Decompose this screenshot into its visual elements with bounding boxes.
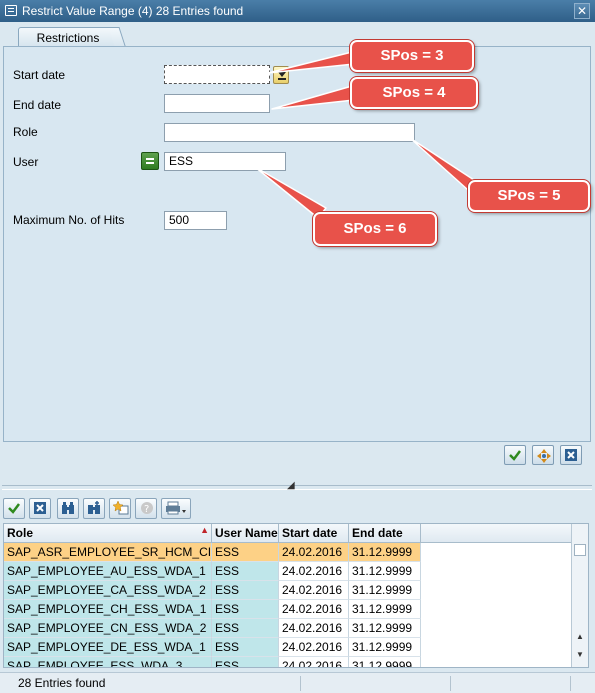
table-cell[interactable]: ESS [212,581,279,600]
table-cell[interactable]: 31.12.9999 [349,619,421,638]
toolbar-personal-list-button[interactable] [109,498,131,519]
scroll-thumb[interactable] [574,544,586,556]
table-cell[interactable]: 24.02.2016 [279,600,349,619]
arrows-icon [537,449,551,463]
callout-spos3: SPos = 3 [350,40,474,72]
table-cell[interactable]: SAP_EMPLOYEE_ESS_WDA_3 [4,657,212,667]
status-bar: 28 Entries found [0,672,595,693]
svg-text:?: ? [144,504,149,515]
table-cell[interactable]: ESS [212,543,279,562]
table-cell[interactable]: 31.12.9999 [349,657,421,667]
arrow-spos4 [271,85,355,110]
cancel-icon [34,502,46,514]
table-cell[interactable]: SAP_EMPLOYEE_CH_ESS_WDA_1 [4,600,212,619]
table-cell[interactable]: 24.02.2016 [279,657,349,667]
callout-spos6: SPos = 6 [313,212,437,246]
result-table: Role ▲ User Name Start date End date SAP… [3,523,589,668]
callout-spos4: SPos = 4 [350,77,478,109]
printer-icon [166,501,186,515]
column-header-label: Role [7,526,34,540]
table-cell[interactable]: ESS [212,562,279,581]
checkmark-icon [8,503,20,514]
status-separator [450,676,451,691]
vertical-scrollbar[interactable]: ▲ ▼ [571,524,588,667]
table-cell[interactable]: 31.12.9999 [349,581,421,600]
star-list-icon [113,501,129,515]
table-cell[interactable]: ESS [212,657,279,667]
scroll-down-icon[interactable]: ▼ [574,650,586,662]
help-icon: ? [141,502,153,515]
table-cell[interactable]: 24.02.2016 [279,562,349,581]
table-cell[interactable]: 31.12.9999 [349,638,421,657]
column-header-filler [421,524,571,543]
toolbar-info-button[interactable]: ? [135,498,157,519]
binoculars-icon [62,502,74,514]
toolbar-find-button[interactable] [57,498,79,519]
table-cell[interactable]: 24.02.2016 [279,543,349,562]
checkmark-icon [509,450,521,461]
toolbar-print-button[interactable] [161,498,191,519]
arrow-spos3 [267,51,355,74]
table-cell[interactable]: 24.02.2016 [279,638,349,657]
scroll-up-icon[interactable]: ▲ [574,632,586,644]
table-cell[interactable]: SAP_EMPLOYEE_CA_ESS_WDA_2 [4,581,212,600]
arrow-spos6 [254,166,327,219]
binoculars-plus-icon [88,501,100,514]
sort-indicator-icon: ▲ [200,525,209,535]
column-header-end-date[interactable]: End date [349,524,421,543]
status-separator [570,676,571,691]
toolbar-copy-button[interactable] [3,498,25,519]
table-cell[interactable]: 31.12.9999 [349,543,421,562]
table-cell[interactable]: SAP_EMPLOYEE_AU_ESS_WDA_1 [4,562,212,581]
result-toolbar: ? [3,498,203,520]
toolbar-find-next-button[interactable] [83,498,105,519]
cancel-button[interactable] [560,445,582,465]
status-text: 28 Entries found [18,676,106,690]
table-cell[interactable]: 24.02.2016 [279,581,349,600]
table-cell[interactable]: SAP_EMPLOYEE_CN_ESS_WDA_2 [4,619,212,638]
status-separator [300,676,301,691]
table-cell[interactable]: 24.02.2016 [279,619,349,638]
splitter[interactable]: ◢ [0,479,595,493]
column-header-role[interactable]: Role ▲ [4,524,212,543]
arrow-spos5 [409,137,475,191]
splitter-grip-icon[interactable]: ◢ [287,480,295,491]
table-cell[interactable]: 31.12.9999 [349,600,421,619]
splitter-line [2,485,592,490]
cancel-icon [565,449,577,461]
table-cell[interactable]: SAP_ASR_EMPLOYEE_SR_HCM_CI_3 [4,543,212,562]
callout-spos5: SPos = 5 [468,180,590,212]
toolbar-cancel-button[interactable] [29,498,51,519]
table-cell[interactable]: ESS [212,600,279,619]
table-cell[interactable]: ESS [212,619,279,638]
continue-button[interactable] [504,445,526,465]
column-header-start-date[interactable]: Start date [279,524,349,543]
new-search-button[interactable] [532,445,554,465]
table-cell[interactable]: SAP_EMPLOYEE_DE_ESS_WDA_1 [4,638,212,657]
column-header-user-name[interactable]: User Name [212,524,279,543]
table-cell[interactable]: ESS [212,638,279,657]
table-cell[interactable]: 31.12.9999 [349,562,421,581]
